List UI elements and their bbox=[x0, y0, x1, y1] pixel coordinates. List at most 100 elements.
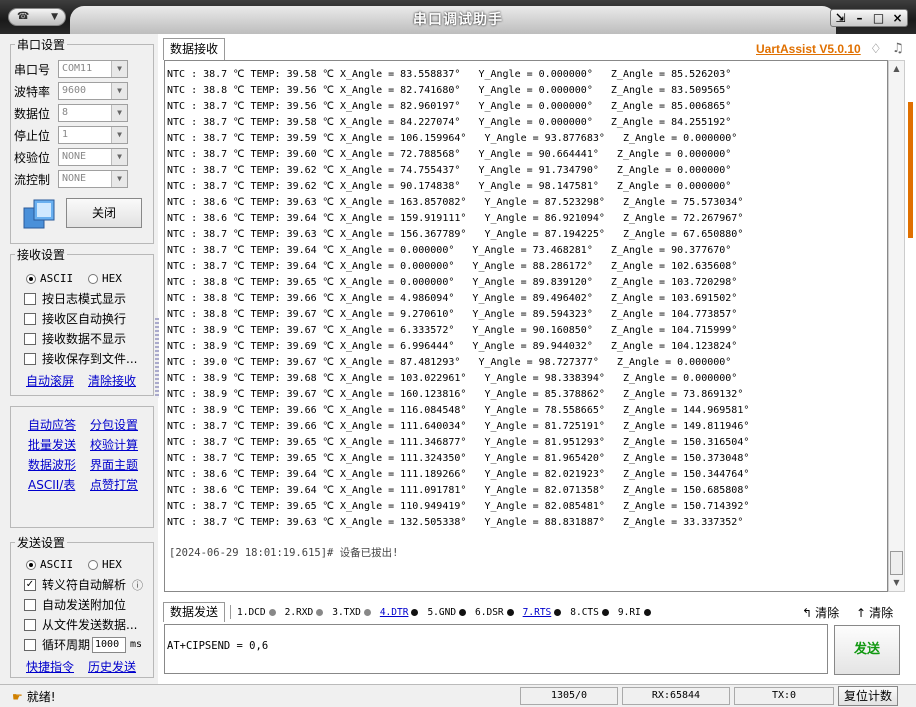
pin-status-dot-icon bbox=[601, 608, 609, 616]
baud-select[interactable]: 9600 ▼ bbox=[58, 82, 128, 100]
window-controls: ⇲ – □ × bbox=[830, 9, 908, 27]
log-mode-checkbox[interactable]: 按日志模式显示 bbox=[24, 290, 126, 307]
auto-wrap-checkbox[interactable]: 接收区自动换行 bbox=[24, 310, 126, 327]
hide-receive-checkbox[interactable]: 接收数据不显示 bbox=[24, 330, 126, 347]
receive-ascii-radio[interactable]: ASCII bbox=[26, 272, 73, 285]
cycle-period-checkbox[interactable]: 循环周期 1000 ms bbox=[24, 636, 142, 653]
checkbox-icon bbox=[24, 618, 36, 631]
receive-line: NTC : 38.6 ℃ TEMP: 39.64 ℃ X_Angle = 111… bbox=[167, 469, 750, 480]
stopbits-label: 停止位 bbox=[14, 128, 51, 143]
shortcuts-link[interactable]: 快捷指令 bbox=[26, 658, 74, 675]
clear-send-button[interactable]: ↰ 清除 bbox=[802, 604, 839, 621]
checkbox-icon bbox=[24, 292, 36, 305]
rx-counter: RX:65844 bbox=[622, 687, 730, 705]
send-settings-title: 发送设置 bbox=[15, 534, 68, 551]
brand-link[interactable]: UartAssist V5.0.10 bbox=[756, 42, 861, 56]
maximize-button[interactable]: □ bbox=[869, 11, 888, 25]
radio-selected-icon bbox=[26, 559, 36, 570]
panel-splitter-handle[interactable] bbox=[155, 318, 159, 398]
flow-select[interactable]: NONE ▼ bbox=[58, 170, 128, 188]
receive-text-area[interactable]: NTC : 38.7 ℃ TEMP: 39.58 ℃ X_Angle = 83.… bbox=[164, 60, 888, 592]
receive-hex-radio[interactable]: HEX bbox=[88, 272, 122, 285]
escape-parse-checkbox[interactable]: ✓ 转义符自动解析 ⓘ bbox=[24, 576, 143, 593]
scrollbar-thumb[interactable] bbox=[890, 551, 903, 575]
radio-icon bbox=[88, 559, 98, 570]
cycle-period-input[interactable]: 1000 bbox=[92, 636, 127, 653]
port-select[interactable]: COM11 ▼ bbox=[58, 60, 128, 78]
send-button[interactable]: 发送 bbox=[834, 625, 900, 675]
left-panel: 串口设置 串口号 COM11 ▼ 波特率 9600 ▼ 数据位 8 ▼ 停止位 1 ▼ … bbox=[0, 34, 158, 684]
chevron-down-icon: ▼ bbox=[111, 127, 127, 143]
up-arrow-icon: ↑ bbox=[856, 605, 867, 620]
receive-line: NTC : 38.7 ℃ TEMP: 39.65 ℃ X_Angle = 111… bbox=[167, 437, 750, 448]
receive-status-message: [2024-06-29 18:01:19.615]# 设备已拔出! bbox=[169, 547, 399, 559]
checksum-link[interactable]: 校验计算 bbox=[90, 436, 138, 453]
period-unit: ms bbox=[130, 639, 143, 650]
receive-line: NTC : 38.9 ℃ TEMP: 39.68 ℃ X_Angle = 103… bbox=[167, 373, 738, 384]
checkbox-icon bbox=[24, 598, 36, 611]
ascii-table-link[interactable]: ASCII/表 bbox=[28, 476, 75, 493]
auto-reply-link[interactable]: 自动应答 bbox=[28, 416, 76, 433]
serial-settings-title: 串口设置 bbox=[15, 36, 68, 53]
parity-select[interactable]: NONE ▼ bbox=[58, 148, 128, 166]
chevron-down-icon: ▼ bbox=[111, 83, 127, 99]
receive-line: NTC : 38.6 ℃ TEMP: 39.64 ℃ X_Angle = 159… bbox=[167, 213, 744, 224]
bell-icon[interactable]: ♫ bbox=[892, 41, 904, 56]
pin-4-dtr[interactable]: 4.DTR bbox=[380, 607, 419, 618]
reset-count-button[interactable]: 复位计数 bbox=[838, 686, 898, 706]
title-bar: ☎ ▼ 串口调试助手 ⇲ – □ × bbox=[0, 0, 916, 34]
receive-line: NTC : 38.7 ℃ TEMP: 39.64 ℃ X_Angle = 0.0… bbox=[167, 261, 738, 272]
save-to-file-checkbox[interactable]: 接收保存到文件... bbox=[24, 350, 137, 367]
batch-send-link[interactable]: 批量发送 bbox=[28, 436, 76, 453]
donate-link[interactable]: 点赞打赏 bbox=[90, 476, 138, 493]
diamond-icon[interactable]: ♢ bbox=[870, 42, 882, 57]
minimize-button[interactable]: – bbox=[850, 11, 869, 25]
receive-line: NTC : 38.7 ℃ TEMP: 39.66 ℃ X_Angle = 111… bbox=[167, 421, 750, 432]
pin-status-dot-icon bbox=[506, 608, 514, 616]
clear-send-button-2[interactable]: ↑ 清除 bbox=[856, 604, 893, 621]
receive-line: NTC : 38.7 ℃ TEMP: 39.64 ℃ X_Angle = 0.0… bbox=[167, 245, 732, 256]
tab-receive[interactable]: 数据接收 bbox=[163, 38, 225, 60]
clear-receive-link[interactable]: 清除接收 bbox=[88, 372, 136, 389]
pin-status-dot-icon bbox=[554, 608, 562, 616]
pin-9-ri: 9.RI bbox=[618, 607, 651, 618]
pin-3-txd: 3.TXD bbox=[332, 607, 371, 618]
append-bits-checkbox[interactable]: 自动发送附加位 bbox=[24, 596, 126, 613]
receive-line: NTC : 38.7 ℃ TEMP: 39.58 ℃ X_Angle = 84.… bbox=[167, 117, 732, 128]
theme-link[interactable]: 界面主题 bbox=[90, 456, 138, 473]
send-ascii-radio[interactable]: ASCII bbox=[26, 558, 73, 571]
scroll-down-icon[interactable]: ▼ bbox=[889, 575, 904, 591]
close-window-button[interactable]: × bbox=[888, 11, 907, 25]
radio-selected-icon bbox=[26, 273, 36, 284]
send-from-file-checkbox[interactable]: 从文件发送数据... bbox=[24, 616, 137, 633]
auto-scroll-link[interactable]: 自动滚屏 bbox=[26, 372, 74, 389]
flow-row: 流控制 NONE ▼ bbox=[14, 170, 128, 188]
checkbox-icon bbox=[24, 352, 36, 365]
history-link[interactable]: 历史发送 bbox=[88, 658, 136, 675]
checkbox-icon bbox=[24, 332, 36, 345]
window-title: 串口调试助手 bbox=[413, 12, 503, 28]
serial-port-icon bbox=[23, 199, 55, 229]
pin-7-rts[interactable]: 7.RTS bbox=[523, 607, 562, 618]
databits-select[interactable]: 8 ▼ bbox=[58, 104, 128, 122]
info-icon[interactable]: ⓘ bbox=[132, 577, 143, 593]
send-input[interactable]: AT+CIPSEND = 0,6 bbox=[164, 624, 828, 674]
scroll-up-icon[interactable]: ▲ bbox=[889, 61, 904, 77]
close-port-button[interactable]: 关闭 bbox=[66, 198, 142, 228]
receive-line: NTC : 38.7 ℃ TEMP: 39.65 ℃ X_Angle = 110… bbox=[167, 501, 750, 512]
receive-line: NTC : 38.8 ℃ TEMP: 39.67 ℃ X_Angle = 9.2… bbox=[167, 309, 738, 320]
receive-line: NTC : 38.9 ℃ TEMP: 39.67 ℃ X_Angle = 6.3… bbox=[167, 325, 738, 336]
tab-send[interactable]: 数据发送 bbox=[163, 602, 225, 622]
databits-label: 数据位 bbox=[14, 106, 51, 121]
receive-line: NTC : 38.7 ℃ TEMP: 39.59 ℃ X_Angle = 106… bbox=[167, 133, 738, 144]
waveform-link[interactable]: 数据波形 bbox=[28, 456, 76, 473]
stopbits-select[interactable]: 1 ▼ bbox=[58, 126, 128, 144]
receive-line: NTC : 38.8 ℃ TEMP: 39.66 ℃ X_Angle = 4.9… bbox=[167, 293, 738, 304]
packet-settings-link[interactable]: 分包设置 bbox=[90, 416, 138, 433]
checkbox-icon bbox=[24, 312, 36, 325]
receive-scrollbar[interactable]: ▲ ▼ bbox=[888, 60, 905, 592]
pin-icon[interactable]: ⇲ bbox=[831, 11, 850, 25]
receive-line: NTC : 38.7 ℃ TEMP: 39.56 ℃ X_Angle = 82.… bbox=[167, 101, 732, 112]
send-hex-radio[interactable]: HEX bbox=[88, 558, 122, 571]
receive-line: NTC : 38.9 ℃ TEMP: 39.66 ℃ X_Angle = 116… bbox=[167, 405, 750, 416]
